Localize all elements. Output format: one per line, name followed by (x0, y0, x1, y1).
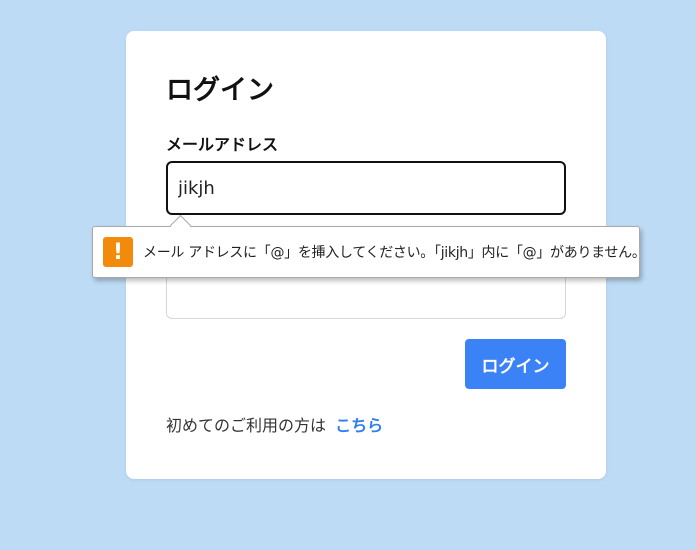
register-prompt: 初めてのご利用の方は こちら (166, 415, 383, 437)
validation-message: メール アドレスに「@」を挿入してください。「jikjh」内に「@」がありません… (143, 245, 646, 261)
register-link[interactable]: こちら (335, 416, 383, 435)
validation-tooltip: ! メール アドレスに「@」を挿入してください。「jikjh」内に「@」がありま… (92, 214, 646, 278)
register-prompt-text: 初めてのご利用の方は (166, 416, 327, 435)
email-label: メールアドレス (166, 135, 279, 154)
page-title: ログイン (166, 75, 274, 106)
login-button[interactable]: ログイン (465, 339, 566, 389)
warning-icon: ! (103, 237, 133, 267)
email-field[interactable] (166, 161, 566, 215)
